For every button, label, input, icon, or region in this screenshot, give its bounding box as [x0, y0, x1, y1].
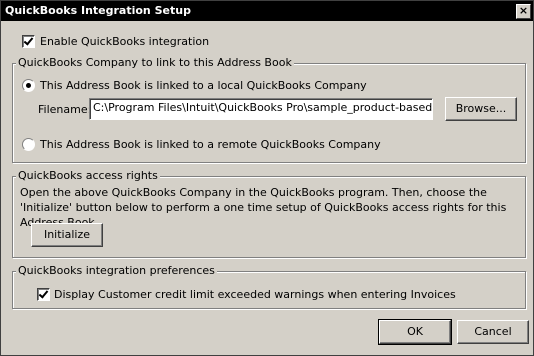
remote-company-radio[interactable] — [22, 138, 35, 151]
local-company-label[interactable]: This Address Book is linked to a local Q… — [40, 79, 367, 92]
initialize-button[interactable]: Initialize — [31, 223, 103, 247]
ok-button[interactable]: OK — [378, 319, 452, 345]
filename-value: C:\Program Files\Intuit\QuickBooks Pro\s… — [93, 101, 433, 114]
local-company-radio[interactable] — [22, 79, 35, 92]
close-icon: × — [518, 4, 529, 17]
enable-integration-checkbox[interactable] — [22, 35, 35, 48]
filename-input[interactable]: C:\Program Files\Intuit\QuickBooks Pro\s… — [89, 98, 433, 120]
dialog-title: QuickBooks Integration Setup — [5, 4, 191, 17]
browse-button[interactable]: Browse... — [445, 97, 517, 121]
cancel-button[interactable]: Cancel — [457, 320, 529, 344]
credit-warning-checkbox[interactable] — [37, 288, 50, 301]
remote-company-label[interactable]: This Address Book is linked to a remote … — [40, 138, 381, 151]
company-group-legend: QuickBooks Company to link to this Addre… — [16, 56, 294, 69]
enable-integration-label[interactable]: Enable QuickBooks integration — [40, 35, 209, 48]
filename-label: Filename: — [38, 103, 92, 116]
close-button[interactable]: × — [516, 4, 531, 19]
access-rights-legend: QuickBooks access rights — [16, 169, 160, 182]
dialog-window: QuickBooks Integration Setup × Enable Qu… — [0, 0, 534, 356]
title-bar[interactable]: QuickBooks Integration Setup × — [1, 1, 533, 21]
preferences-legend: QuickBooks integration preferences — [16, 264, 217, 277]
credit-warning-label[interactable]: Display Customer credit limit exceeded w… — [54, 288, 456, 301]
